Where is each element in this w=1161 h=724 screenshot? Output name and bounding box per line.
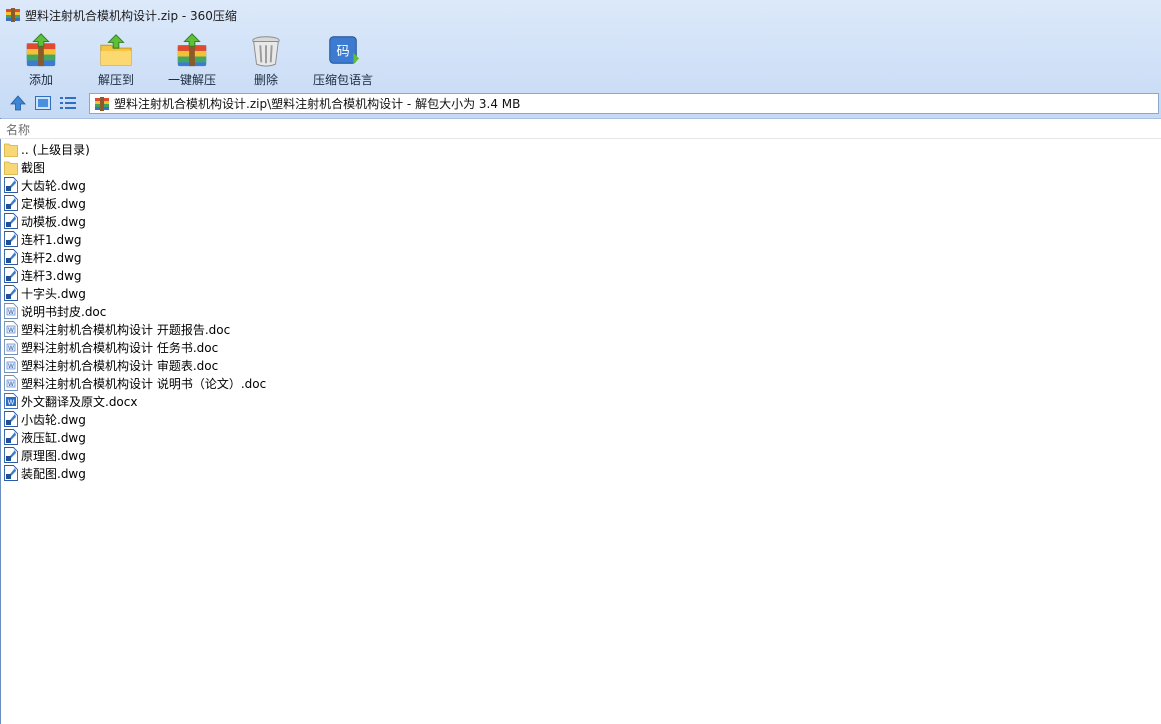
file-row[interactable]: W 塑料注射机合模机构设计 审题表.doc <box>0 356 1161 374</box>
file-name: 液压缸.dwg <box>21 430 86 445</box>
file-name: 塑料注射机合模机构设计 任务书.doc <box>21 340 219 355</box>
file-name: 动模板.dwg <box>21 214 86 229</box>
file-name: 连杆3.dwg <box>21 268 82 283</box>
file-row[interactable]: W 塑料注射机合模机构设计 说明书（论文）.doc <box>0 374 1161 392</box>
up-arrow-icon[interactable] <box>9 94 27 112</box>
window-chrome: 塑料注射机合模机构设计.zip - 360压缩 添加 解压到 一键解压 删除 码… <box>0 0 1161 119</box>
svg-text:W: W <box>8 327 14 334</box>
dwg-file-icon <box>4 429 18 445</box>
file-name: 外文翻译及原文.docx <box>21 394 138 409</box>
file-name: 连杆2.dwg <box>21 250 82 265</box>
zip-archive-icon <box>6 8 20 22</box>
folder-row[interactable]: 截图 <box>0 158 1161 176</box>
address-path: 塑料注射机合模机构设计.zip\塑料注射机合模机构设计 - 解包大小为 3.4 … <box>114 97 521 111</box>
file-name: 小齿轮.dwg <box>21 412 86 427</box>
column-header: 名称 <box>0 119 1161 139</box>
thumbnail-view-icon[interactable] <box>34 94 52 112</box>
dwg-file-icon <box>4 411 18 427</box>
file-row[interactable]: 液压缸.dwg <box>0 428 1161 446</box>
doc-file-icon: W <box>4 357 18 373</box>
file-row[interactable]: 装配图.dwg <box>0 464 1161 482</box>
file-name: 装配图.dwg <box>21 466 86 481</box>
add-button[interactable]: 添加 <box>0 30 82 88</box>
delete-button-label: 删除 <box>253 73 278 87</box>
one-click-extract-button-label: 一键解压 <box>167 73 216 87</box>
file-name: 定模板.dwg <box>21 196 86 211</box>
dwg-file-icon <box>4 177 18 193</box>
doc-file-icon: W <box>4 339 18 355</box>
file-name: 大齿轮.dwg <box>21 178 86 193</box>
navigation-bar: 塑料注射机合模机构设计.zip\塑料注射机合模机构设计 - 解包大小为 3.4 … <box>0 90 1161 116</box>
svg-text:W: W <box>8 309 14 316</box>
svg-text:W: W <box>8 363 14 370</box>
folder-icon <box>4 141 18 157</box>
archive-encoding-icon: 码 <box>329 36 360 65</box>
svg-text:W: W <box>8 399 15 407</box>
file-name: 原理图.dwg <box>21 448 86 463</box>
address-bar[interactable]: 塑料注射机合模机构设计.zip\塑料注射机合模机构设计 - 解包大小为 3.4 … <box>89 93 1159 114</box>
archive-encoding-button-label: 压缩包语言 <box>312 73 373 87</box>
delete-button[interactable]: 删除 <box>234 30 298 88</box>
delete-icon <box>252 36 280 67</box>
column-name-header[interactable]: 名称 <box>6 121 30 138</box>
file-name: 塑料注射机合模机构设计 开题报告.doc <box>21 322 231 337</box>
extract-to-icon <box>100 34 132 66</box>
doc-file-icon: W <box>4 375 18 391</box>
window-title: 塑料注射机合模机构设计.zip - 360压缩 <box>25 8 237 23</box>
file-list: .. (上级目录) 截图大齿轮.dwg 定模板.dwg 动模板.dwg 连杆1.dwg 连… <box>0 140 1161 482</box>
dwg-file-icon <box>4 285 18 301</box>
dwg-file-icon <box>4 213 18 229</box>
file-name: 连杆1.dwg <box>21 232 82 247</box>
one-click-extract-icon <box>177 33 207 67</box>
doc-file-icon: W <box>4 303 18 319</box>
docx-file-icon: W <box>4 393 18 409</box>
svg-text:W: W <box>8 381 14 388</box>
dwg-file-icon <box>4 447 18 463</box>
file-row[interactable]: 连杆2.dwg <box>0 248 1161 266</box>
file-name: 说明书封皮.doc <box>21 304 107 319</box>
dwg-file-icon <box>4 465 18 481</box>
file-name: 截图 <box>21 160 46 175</box>
file-row[interactable]: 连杆1.dwg <box>0 230 1161 248</box>
dwg-file-icon <box>4 267 18 283</box>
zip-archive-icon <box>95 96 109 111</box>
extract-to-button-label: 解压到 <box>97 73 134 87</box>
file-name: 塑料注射机合模机构设计 说明书（论文）.doc <box>21 376 267 391</box>
file-row[interactable]: 连杆3.dwg <box>0 266 1161 284</box>
add-archive-icon <box>26 33 56 67</box>
archive-encoding-button[interactable]: 码 压缩包语言 <box>298 30 388 88</box>
file-row[interactable]: 大齿轮.dwg <box>0 176 1161 194</box>
title-bar: 塑料注射机合模机构设计.zip - 360压缩 <box>0 0 1161 30</box>
file-row[interactable]: 小齿轮.dwg <box>0 410 1161 428</box>
toolbar: 添加 解压到 一键解压 删除 码 压缩包语言 <box>0 30 388 88</box>
dwg-file-icon <box>4 231 18 247</box>
file-name: .. (上级目录) <box>21 142 90 157</box>
list-view-icon[interactable] <box>59 94 77 112</box>
file-name: 塑料注射机合模机构设计 审题表.doc <box>21 358 219 373</box>
file-row[interactable]: W 塑料注射机合模机构设计 开题报告.doc <box>0 320 1161 338</box>
dwg-file-icon <box>4 249 18 265</box>
folder-row[interactable]: .. (上级目录) <box>0 140 1161 158</box>
file-row[interactable]: 动模板.dwg <box>0 212 1161 230</box>
file-row[interactable]: W 说明书封皮.doc <box>0 302 1161 320</box>
add-button-label: 添加 <box>28 73 53 87</box>
file-name: 十字头.dwg <box>21 286 86 301</box>
file-row[interactable]: 原理图.dwg <box>0 446 1161 464</box>
file-row[interactable]: W 塑料注射机合模机构设计 任务书.doc <box>0 338 1161 356</box>
file-row[interactable]: W 外文翻译及原文.docx <box>0 392 1161 410</box>
one-click-extract-button[interactable]: 一键解压 <box>150 30 234 88</box>
dwg-file-icon <box>4 195 18 211</box>
file-row[interactable]: 定模板.dwg <box>0 194 1161 212</box>
extract-to-button[interactable]: 解压到 <box>82 30 150 88</box>
folder-icon <box>4 159 18 175</box>
doc-file-icon: W <box>4 321 18 337</box>
svg-text:码: 码 <box>336 45 349 60</box>
file-row[interactable]: 十字头.dwg <box>0 284 1161 302</box>
svg-text:W: W <box>8 345 14 352</box>
